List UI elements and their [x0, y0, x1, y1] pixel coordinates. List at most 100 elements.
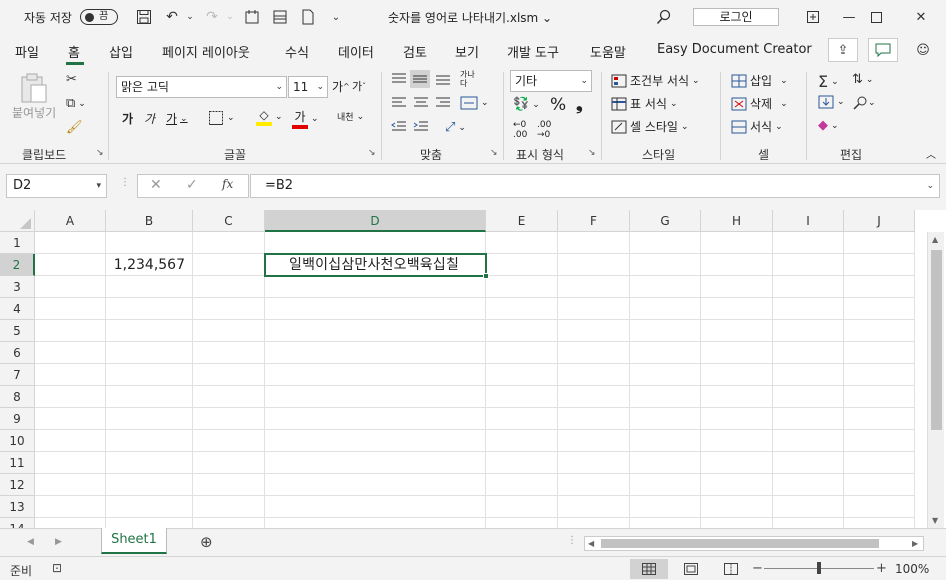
underline-button[interactable]: 가 ⌄ [166, 110, 188, 127]
cell-f7[interactable] [558, 364, 630, 386]
cell-d14[interactable] [265, 518, 486, 528]
cell-f8[interactable] [558, 386, 630, 408]
borders-button[interactable]: ⌄ [208, 110, 235, 126]
column-header-c[interactable]: C [193, 210, 265, 232]
zoom-slider-thumb[interactable] [817, 562, 821, 574]
cell-h10[interactable] [701, 430, 773, 452]
paste-button[interactable]: 붙여넣기 [12, 72, 56, 121]
prev-sheet-icon[interactable]: ◀ [27, 537, 34, 547]
redo-dropdown-icon[interactable]: ⌄ [220, 7, 240, 27]
sheet-tab-sheet1[interactable]: Sheet1 [101, 528, 167, 554]
cell-j14[interactable] [844, 518, 915, 528]
grow-font-button[interactable]: 가 ^ [332, 78, 350, 95]
cell-a6[interactable] [35, 342, 106, 364]
cell-b8[interactable] [106, 386, 193, 408]
align-center-icon[interactable] [413, 96, 429, 110]
cell-e6[interactable] [486, 342, 558, 364]
column-header-f[interactable]: F [558, 210, 630, 232]
cell-g10[interactable] [630, 430, 701, 452]
cell-a9[interactable] [35, 408, 106, 430]
bold-button[interactable]: 가 [122, 110, 133, 127]
cell-i4[interactable] [773, 298, 844, 320]
vertical-scrollbar[interactable]: ▲ ▼ [927, 232, 944, 528]
cell-e12[interactable] [486, 474, 558, 496]
cell-j2[interactable] [844, 254, 915, 276]
tab-data[interactable]: 데이터 [338, 42, 374, 61]
tab-easy-document-creator[interactable]: Easy Document Creator [657, 42, 812, 57]
autosum-icon[interactable]: Σ ⌄ [818, 72, 839, 91]
cell-e4[interactable] [486, 298, 558, 320]
autosave-toggle[interactable]: 끔 [79, 9, 118, 25]
cell-j4[interactable] [844, 298, 915, 320]
cell-j3[interactable] [844, 276, 915, 298]
row-header-11[interactable]: 11 [0, 452, 35, 474]
cell-a11[interactable] [35, 452, 106, 474]
ribbon-display-options-icon[interactable] [803, 8, 823, 26]
cell-d1[interactable] [265, 232, 486, 254]
cell-d4[interactable] [265, 298, 486, 320]
cell-g7[interactable] [630, 364, 701, 386]
cell-j10[interactable] [844, 430, 915, 452]
accounting-format-icon[interactable]: 💱 ⌄ [513, 97, 540, 112]
share-icon[interactable]: ⇪ [828, 38, 858, 62]
cut-icon[interactable]: ✂ [66, 72, 80, 87]
phonetic-guide-button[interactable]: 내천 ⌄ [337, 110, 364, 124]
row-header-6[interactable]: 6 [0, 342, 35, 364]
find-select-icon[interactable]: ⌄ [852, 95, 876, 111]
cell-a12[interactable] [35, 474, 106, 496]
cell-e5[interactable] [486, 320, 558, 342]
cell-b7[interactable] [106, 364, 193, 386]
cell-g11[interactable] [630, 452, 701, 474]
zoom-out-icon[interactable]: − [752, 561, 763, 576]
clear-icon[interactable]: ◆ ⌄ [818, 118, 839, 133]
cell-a1[interactable] [35, 232, 106, 254]
cell-g5[interactable] [630, 320, 701, 342]
merge-center-button[interactable]: ⌄ [460, 95, 489, 111]
cell-i1[interactable] [773, 232, 844, 254]
tab-page-layout[interactable]: 페이지 레이아웃 [162, 42, 250, 61]
cell-g12[interactable] [630, 474, 701, 496]
row-header-5[interactable]: 5 [0, 320, 35, 342]
fill-handle[interactable] [483, 273, 489, 279]
cell-i11[interactable] [773, 452, 844, 474]
cell-g14[interactable] [630, 518, 701, 528]
login-button[interactable]: 로그인 [693, 8, 779, 26]
collapse-ribbon-icon[interactable]: ︿ [926, 146, 936, 161]
tab-developer[interactable]: 개발 도구 [507, 42, 559, 61]
cell-a2[interactable] [35, 254, 106, 276]
conditional-formatting-button[interactable]: 조건부 서식 ⌄ [611, 72, 700, 89]
cell-c13[interactable] [193, 496, 265, 518]
cell-f3[interactable] [558, 276, 630, 298]
format-cells-button[interactable]: 서식 ⌄ [731, 118, 783, 135]
cell-d10[interactable] [265, 430, 486, 452]
cell-h6[interactable] [701, 342, 773, 364]
font-size-dropdown[interactable]: 11 ⌄ [288, 76, 328, 98]
cell-e2[interactable] [486, 254, 558, 276]
align-middle-icon[interactable] [410, 70, 430, 88]
cell-d11[interactable] [265, 452, 486, 474]
decrease-decimal-icon[interactable]: .00 →0 [537, 120, 551, 140]
cell-g9[interactable] [630, 408, 701, 430]
cell-d12[interactable] [265, 474, 486, 496]
cell-f14[interactable] [558, 518, 630, 528]
cell-h2[interactable] [701, 254, 773, 276]
cell-d7[interactable] [265, 364, 486, 386]
copy-icon[interactable]: ⧉ ⌄ [66, 96, 86, 111]
scroll-left-icon[interactable]: ◀ [588, 539, 594, 548]
cell-styles-button[interactable]: 셀 스타일 ⌄ [611, 118, 689, 135]
cell-g3[interactable] [630, 276, 701, 298]
cell-e11[interactable] [486, 452, 558, 474]
sort-filter-icon[interactable]: ⇅ ⌄ [852, 72, 873, 87]
font-launcher-icon[interactable]: ↘ [368, 148, 378, 158]
orientation-angle-icon[interactable]: ⤢ ⌄ [445, 120, 466, 135]
percent-style-button[interactable]: % [550, 95, 566, 115]
redo-icon[interactable]: ↷ [202, 7, 222, 27]
cell-c2[interactable] [193, 254, 265, 276]
row-header-1[interactable]: 1 [0, 232, 35, 254]
cell-c3[interactable] [193, 276, 265, 298]
cell-e3[interactable] [486, 276, 558, 298]
normal-view-icon[interactable] [630, 559, 668, 579]
cell-f11[interactable] [558, 452, 630, 474]
delete-cells-button[interactable]: 삭제 ⌄ [731, 95, 788, 112]
cell-j5[interactable] [844, 320, 915, 342]
